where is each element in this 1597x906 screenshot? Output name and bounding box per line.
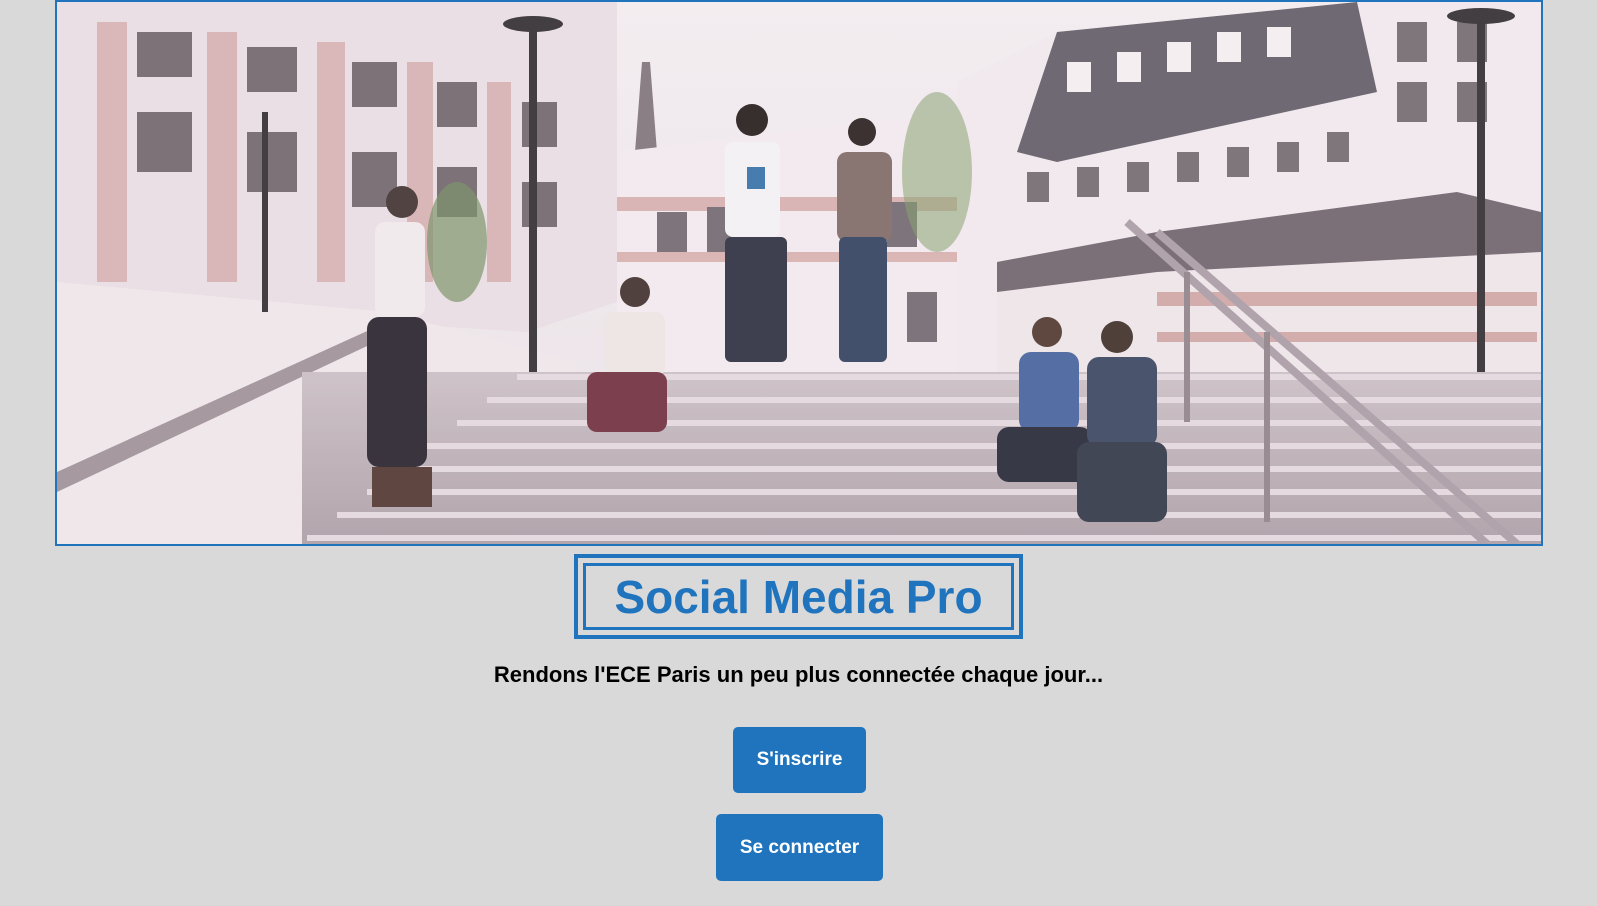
signup-button[interactable]: S'inscrire	[733, 727, 866, 793]
brand-logo-frame: Social Media Pro	[574, 554, 1023, 639]
tagline: Rendons l'ECE Paris un peu plus connecté…	[493, 662, 1104, 687]
brand-title: Social Media Pro	[614, 570, 983, 623]
login-button[interactable]: Se connecter	[716, 814, 883, 881]
hero-photo	[55, 0, 1543, 546]
landing-page: Social Media Pro Rendons l'ECE Paris un …	[0, 0, 1597, 906]
brand-logo-inner-frame: Social Media Pro	[583, 563, 1014, 630]
students-on-campus-stairs-photo	[57, 2, 1541, 544]
